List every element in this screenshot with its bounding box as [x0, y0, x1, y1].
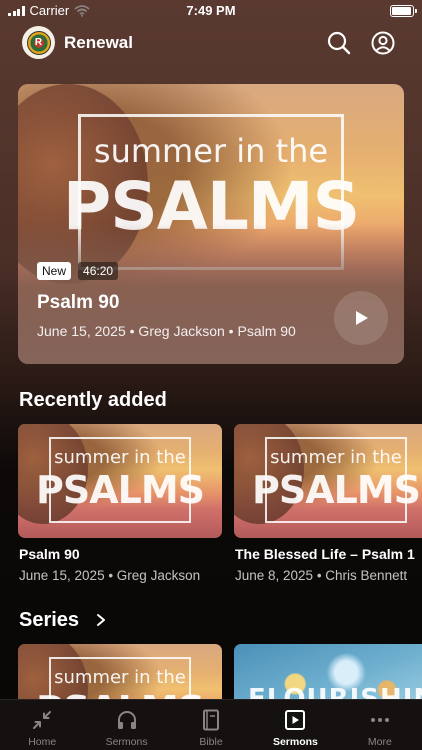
card-artwork: summer in the PSALMS — [18, 424, 222, 538]
duration-badge: 46:20 — [78, 262, 119, 280]
featured-meta: June 15, 2025 • Greg Jackson • Psalm 90 — [37, 323, 296, 339]
tab-home[interactable]: Home — [0, 700, 84, 750]
status-bar: Carrier 7:49 PM — [0, 0, 422, 22]
artwork-title: PSALMS — [35, 468, 205, 512]
battery-icon — [390, 5, 417, 17]
artwork-subtitle: summer in the — [93, 132, 329, 170]
featured-sermon-card[interactable]: summer in the PSALMS New 46:20 Psalm 90 … — [18, 84, 404, 364]
collapse-arrows-icon — [33, 711, 52, 729]
recent-card-meta: June 8, 2025 • Chris Bennett — [235, 568, 408, 583]
new-badge: New — [37, 262, 72, 280]
play-icon — [356, 311, 368, 325]
app-title: Renewal — [64, 33, 133, 52]
app-header: R Renewal — [0, 25, 422, 61]
recent-card-meta: June 15, 2025 • Greg Jackson — [19, 568, 201, 583]
tab-label: Sermons — [272, 736, 318, 748]
badges: New 46:20 — [37, 262, 119, 280]
recent-card-title[interactable]: Psalm 90 — [19, 546, 80, 562]
tab-sermons-audio[interactable]: Sermons — [84, 700, 168, 750]
chevron-right-icon[interactable] — [94, 613, 108, 627]
featured-title: Psalm 90 — [37, 292, 120, 313]
card-artwork: summer in the PSALMS — [234, 424, 422, 538]
tab-label: Home — [28, 736, 57, 748]
artwork-subtitle: summer in the — [54, 667, 186, 688]
profile-icon[interactable] — [370, 30, 396, 56]
play-square-icon — [285, 710, 306, 730]
headphones-icon — [117, 711, 136, 729]
app-logo[interactable]: R — [22, 26, 55, 59]
search-icon[interactable] — [326, 30, 352, 56]
tab-label: More — [367, 736, 392, 748]
recent-card-title[interactable]: The Blessed Life – Psalm 1 — [235, 546, 422, 562]
logo-mark: R — [26, 30, 51, 55]
tab-bar: Home Sermons Bible Sermons More — [0, 699, 422, 750]
recent-card[interactable]: summer in the PSALMS — [234, 424, 422, 538]
section-title-series[interactable]: Series — [19, 609, 79, 632]
artwork-subtitle: summer in the — [54, 447, 186, 468]
more-dots-icon — [370, 718, 389, 722]
tab-bible[interactable]: Bible — [169, 700, 253, 750]
status-time: 7:49 PM — [186, 3, 236, 18]
artwork-subtitle: summer in the — [270, 447, 402, 468]
tab-sermons-video[interactable]: Sermons — [253, 700, 337, 750]
recent-card[interactable]: summer in the PSALMS — [18, 424, 222, 538]
artwork-title: PSALMS — [251, 468, 421, 512]
play-button[interactable] — [334, 291, 388, 345]
book-icon — [203, 709, 220, 731]
tab-more[interactable]: More — [338, 700, 422, 750]
section-title-recently-added: Recently added — [19, 389, 167, 411]
tab-label: Bible — [199, 736, 223, 748]
tab-label: Sermons — [105, 736, 148, 748]
